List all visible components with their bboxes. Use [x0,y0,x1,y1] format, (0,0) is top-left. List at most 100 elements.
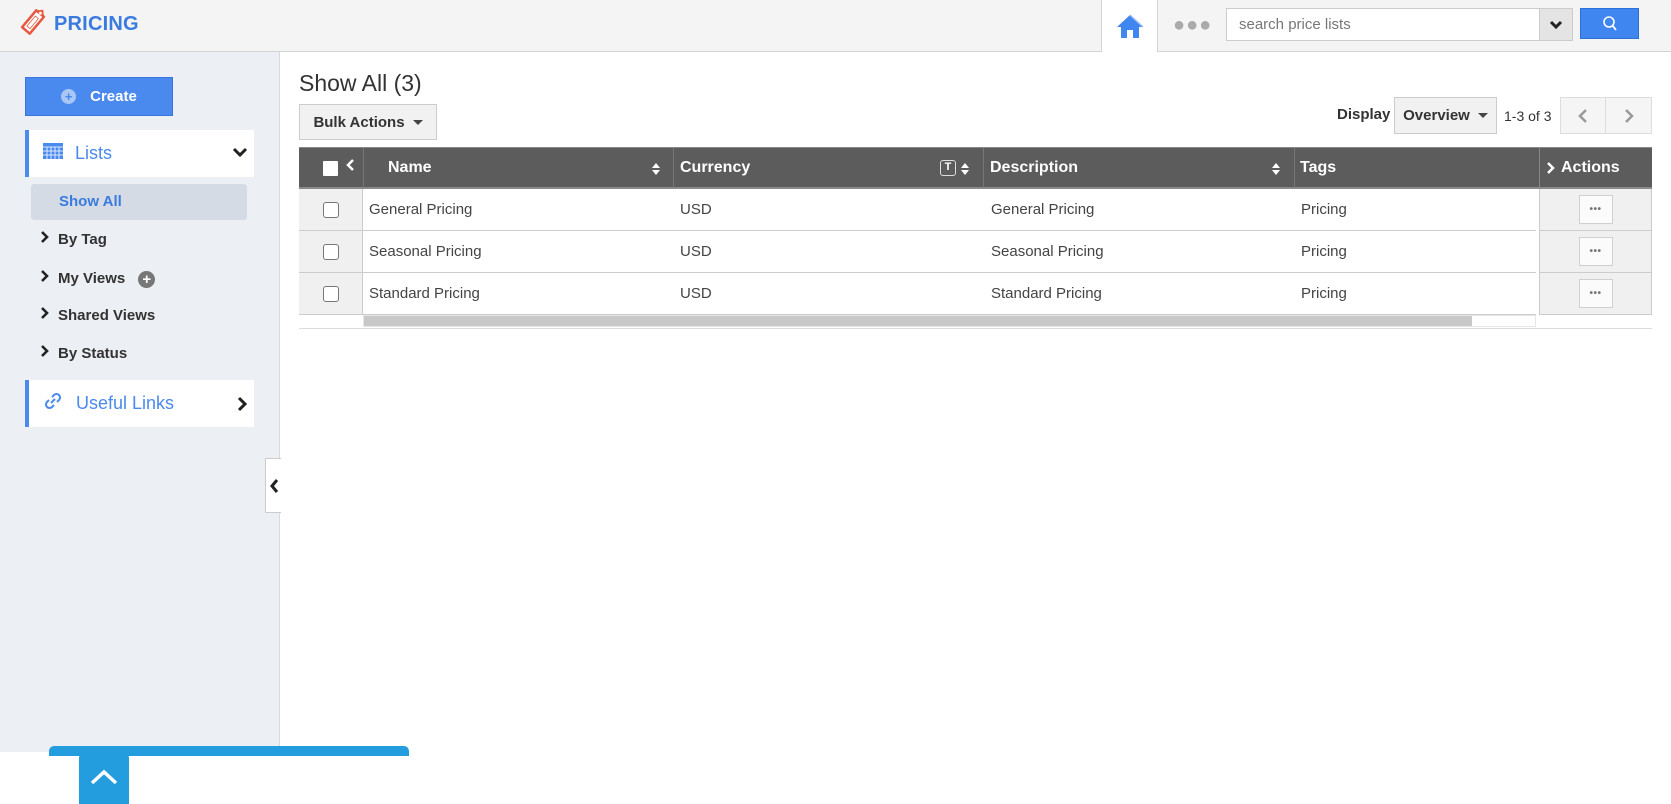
collapse-sidebar-button[interactable] [265,458,281,513]
nav-label: By Tag [58,230,107,248]
cell-currency: USD [680,201,712,218]
filter-icon[interactable]: T [940,160,956,176]
pager [1560,97,1652,134]
row-select-cell [299,231,363,273]
chevron-left-icon [269,478,278,493]
nav-label: By Status [58,344,128,362]
chevron-right-icon [40,230,56,248]
chevron-right-icon [40,344,56,362]
bottom-bar[interactable] [49,746,409,756]
bulk-actions-button[interactable]: Bulk Actions [299,104,437,140]
lists-panel[interactable]: Lists [25,130,254,177]
chevron-right-icon [1624,108,1634,123]
sidebar-item-show-all[interactable]: Show All [31,184,247,220]
table-row[interactable]: Seasonal Pricing USD Seasonal Pricing Pr… [299,231,1652,273]
chevron-right-icon [236,396,248,417]
table-header: Name Currency T Description Tags Actions [299,147,1652,189]
home-button[interactable] [1101,0,1158,52]
sort-icon[interactable] [960,162,970,181]
row-checkbox[interactable] [322,243,339,260]
useful-links-panel[interactable]: Useful Links [25,380,254,427]
chevron-right-icon [40,269,56,287]
nav-label: My Views [58,269,126,287]
column-separator [983,148,984,188]
page-title: Show All (3) [299,70,422,96]
row-actions-button[interactable]: ••• [1578,237,1613,266]
row-actions-cell: ••• [1539,231,1652,273]
table-row[interactable]: Standard Pricing USD Standard Pricing Pr… [299,273,1652,315]
search-input[interactable] [1227,9,1537,40]
chevron-left-icon [1578,108,1587,123]
sidebar-item-my-views[interactable]: My Views + [40,268,156,288]
chevron-down-icon [232,145,248,163]
chevron-right-icon[interactable] [1546,161,1555,180]
cell-tags: Pricing [1301,201,1347,218]
chevron-left-icon[interactable] [346,158,355,177]
row-actions-button[interactable]: ••• [1578,279,1613,308]
link-icon [44,392,62,415]
search-field[interactable] [1226,8,1573,41]
next-page-button[interactable] [1606,98,1651,133]
home-icon [1116,14,1144,38]
column-separator [673,148,674,188]
cell-currency: USD [680,243,712,260]
bulk-actions-label: Bulk Actions [313,113,405,131]
cell-description: Seasonal Pricing [991,243,1104,260]
cell-description: Standard Pricing [991,285,1102,302]
search-dropdown-button[interactable] [1539,9,1572,40]
chevron-up-icon [90,769,118,785]
scroll-up-button[interactable] [79,754,129,804]
select-all-checkbox[interactable] [323,161,338,176]
horizontal-scrollbar[interactable] [363,315,1536,327]
useful-links-label: Useful Links [76,393,175,413]
scrollbar-thumb[interactable] [364,316,1472,326]
sort-icon[interactable] [651,162,661,181]
create-button[interactable]: + Create [25,77,173,116]
search-button[interactable] [1580,8,1639,39]
search-icon [1602,16,1617,31]
chevron-down-icon [1549,20,1563,29]
sidebar-item-shared-views[interactable]: Shared Views [40,306,155,324]
brand[interactable]: PRICING [20,8,139,41]
caret-down-icon [1477,113,1488,118]
table-row[interactable]: General Pricing USD General Pricing Pric… [299,189,1652,231]
row-select-cell [299,189,363,231]
lists-label: Lists [75,143,113,163]
row-cells: Standard Pricing USD Standard Pricing Pr… [363,273,1536,315]
add-view-icon[interactable]: + [138,271,156,288]
cell-tags: Pricing [1301,285,1347,302]
sidebar-item-by-status[interactable]: By Status [40,344,127,362]
chevron-right-icon [40,306,56,324]
column-header-name[interactable]: Name [388,148,432,188]
column-separator [363,148,364,188]
calendar-grid-icon [43,143,63,164]
row-checkbox[interactable] [322,285,339,302]
display-label: Display [1337,106,1391,123]
plus-circle-icon: + [61,89,77,104]
column-separator [1539,148,1540,188]
page-count: 1-3 of 3 [1504,108,1552,124]
more-icon[interactable]: ●●● [1173,14,1212,37]
prev-page-button[interactable] [1561,98,1607,133]
row-checkbox[interactable] [322,201,339,218]
sidebar-item-by-tag[interactable]: By Tag [40,230,107,248]
top-bar: PRICING ●●● [0,0,1671,52]
cell-name[interactable]: General Pricing [369,189,472,231]
divider [299,328,1652,329]
row-actions-cell: ••• [1539,273,1652,315]
cell-name[interactable]: Seasonal Pricing [369,231,482,273]
nav-label: Shared Views [58,306,156,324]
cell-currency: USD [680,285,712,302]
column-header-description[interactable]: Description [990,148,1078,188]
row-select-cell [299,273,363,315]
column-header-tags[interactable]: Tags [1300,148,1336,188]
caret-down-icon [412,119,423,125]
create-label: Create [90,88,137,105]
column-header-currency[interactable]: Currency [680,148,750,188]
row-actions-button[interactable]: ••• [1578,195,1613,224]
cell-name[interactable]: Standard Pricing [369,273,480,315]
row-cells: General Pricing USD General Pricing Pric… [363,189,1536,231]
column-separator [1294,148,1295,188]
display-select[interactable]: Overview [1394,97,1497,134]
sort-icon[interactable] [1271,162,1281,181]
